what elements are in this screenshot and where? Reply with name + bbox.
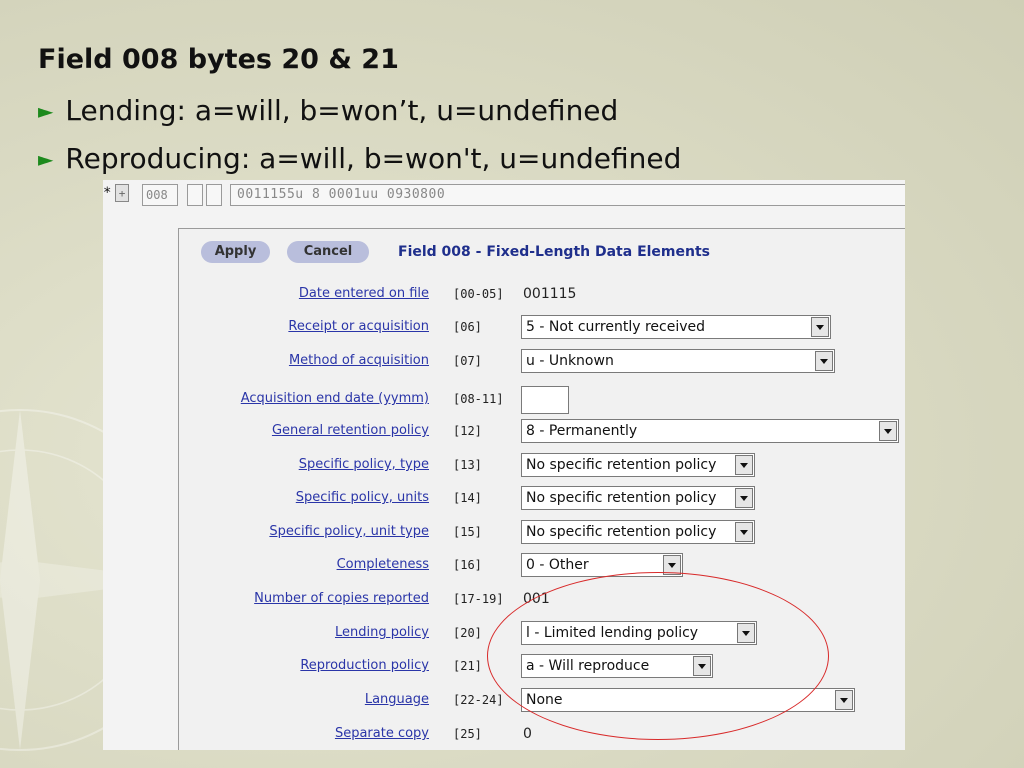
dropdown-arrow-icon[interactable] — [735, 488, 753, 508]
byte-position: [14] — [453, 491, 482, 505]
field-label[interactable]: Language — [365, 692, 429, 707]
marc-editor-screenshot: * + 008 0011155u 8 0001uu 0930800 Apply … — [103, 180, 905, 750]
field-label[interactable]: Lending policy — [335, 625, 429, 640]
row-completeness: Completeness [16] 0 - Other — [179, 552, 905, 582]
language-select[interactable]: None — [521, 688, 855, 712]
editor-title: Field 008 - Fixed-Length Data Elements — [398, 244, 711, 260]
byte-position: [20] — [453, 626, 482, 640]
field-label[interactable]: Acquisition end date (yymm) — [241, 391, 429, 406]
byte-position: [07] — [453, 354, 482, 368]
byte-position: [12] — [453, 424, 482, 438]
completeness-select[interactable]: 0 - Other — [521, 553, 683, 577]
byte-position: [16] — [453, 558, 482, 572]
field-label[interactable]: Method of acquisition — [289, 353, 429, 368]
selected-value: No specific retention policy — [526, 490, 717, 506]
row-separate-copy: Separate copy [25] 0 — [179, 721, 905, 750]
selected-value: u - Unknown — [526, 353, 614, 369]
row-specific-units: Specific policy, units [14] No specific … — [179, 485, 905, 515]
dropdown-arrow-icon[interactable] — [735, 522, 753, 542]
dropdown-arrow-icon[interactable] — [879, 421, 897, 441]
byte-position: [21] — [453, 659, 482, 673]
field-value: 001115 — [523, 286, 577, 302]
selected-value: l - Limited lending policy — [526, 625, 699, 641]
selected-value: 0 - Other — [526, 557, 589, 573]
row-receipt: Receipt or acquisition [06] 5 - Not curr… — [179, 314, 905, 344]
dropdown-arrow-icon[interactable] — [811, 317, 829, 337]
bullet-lending: ► Lending: a=will, b=won’t, u=undefined — [38, 94, 618, 127]
field-value: 0 — [523, 726, 532, 742]
dropdown-arrow-icon[interactable] — [737, 623, 755, 643]
apply-button[interactable]: Apply — [201, 241, 270, 263]
row-specific-unit-type: Specific policy, unit type [15] No speci… — [179, 519, 905, 549]
dropdown-arrow-icon[interactable] — [815, 351, 833, 371]
fixed-field-editor: Apply Cancel Field 008 - Fixed-Length Da… — [178, 228, 905, 750]
specific-type-select[interactable]: No specific retention policy — [521, 453, 755, 477]
row-reproduction-policy: Reproduction policy [21] a - Will reprod… — [179, 653, 905, 683]
selected-value: 5 - Not currently received — [526, 319, 706, 335]
row-date-entered: Date entered on file [00-05] 001115 — [179, 281, 905, 311]
selected-value: a - Will reproduce — [526, 658, 650, 674]
byte-position: [25] — [453, 727, 482, 741]
field-value: 001 — [523, 591, 550, 607]
slide-title: Field 008 bytes 20 & 21 — [38, 44, 399, 75]
specific-unit-type-select[interactable]: No specific retention policy — [521, 520, 755, 544]
field-label[interactable]: General retention policy — [272, 423, 429, 438]
row-general-retention: General retention policy [12] 8 - Perman… — [179, 418, 905, 448]
tag-row: * + 008 0011155u 8 0001uu 0930800 — [103, 182, 905, 208]
specific-units-select[interactable]: No specific retention policy — [521, 486, 755, 510]
field-label[interactable]: Completeness — [337, 557, 429, 572]
method-select[interactable]: u - Unknown — [521, 349, 835, 373]
receipt-select[interactable]: 5 - Not currently received — [521, 315, 831, 339]
field-label[interactable]: Number of copies reported — [254, 591, 429, 606]
field-label[interactable]: Specific policy, unit type — [269, 524, 429, 539]
field-label[interactable]: Receipt or acquisition — [288, 319, 429, 334]
bullet-arrow-icon: ► — [38, 146, 54, 171]
indicator-1-input[interactable] — [187, 184, 203, 206]
byte-position: [06] — [453, 320, 482, 334]
dropdown-arrow-icon[interactable] — [693, 656, 711, 676]
dropdown-arrow-icon[interactable] — [735, 455, 753, 475]
lending-policy-select[interactable]: l - Limited lending policy — [521, 621, 757, 645]
field-value-input[interactable]: 0011155u 8 0001uu 0930800 — [230, 184, 905, 206]
bullet-text: Lending: a=will, b=won’t, u=undefined — [65, 94, 619, 127]
row-language: Language [22-24] None — [179, 687, 905, 717]
modified-marker: * — [103, 185, 112, 201]
bullet-text: Reproducing: a=will, b=won't, u=undefine… — [65, 142, 682, 175]
selected-value: 8 - Permanently — [526, 423, 638, 439]
row-lending-policy: Lending policy [20] l - Limited lending … — [179, 620, 905, 650]
row-copies-reported: Number of copies reported [17-19] 001 — [179, 586, 905, 616]
add-field-button[interactable]: + — [115, 184, 129, 202]
tag-input[interactable]: 008 — [142, 184, 178, 206]
indicator-2-input[interactable] — [206, 184, 222, 206]
byte-position: [08-11] — [453, 392, 504, 406]
selected-value: No specific retention policy — [526, 457, 717, 473]
dropdown-arrow-icon[interactable] — [663, 555, 681, 575]
byte-position: [22-24] — [453, 693, 504, 707]
byte-position: [17-19] — [453, 592, 504, 606]
reproduction-policy-select[interactable]: a - Will reproduce — [521, 654, 713, 678]
bullet-reproducing: ► Reproducing: a=will, b=won't, u=undefi… — [38, 142, 681, 175]
field-label[interactable]: Specific policy, type — [299, 457, 429, 472]
cancel-button[interactable]: Cancel — [287, 241, 369, 263]
row-specific-type: Specific policy, type [13] No specific r… — [179, 452, 905, 482]
byte-position: [15] — [453, 525, 482, 539]
bullet-arrow-icon: ► — [38, 98, 54, 123]
dropdown-arrow-icon[interactable] — [835, 690, 853, 710]
general-retention-select[interactable]: 8 - Permanently — [521, 419, 899, 443]
row-method: Method of acquisition [07] u - Unknown — [179, 348, 905, 378]
selected-value: None — [526, 692, 563, 708]
field-label[interactable]: Date entered on file — [299, 286, 429, 301]
byte-position: [00-05] — [453, 287, 504, 301]
acq-end-date-input[interactable] — [521, 386, 569, 414]
field-label[interactable]: Separate copy — [335, 726, 429, 741]
selected-value: No specific retention policy — [526, 524, 717, 540]
row-acq-end-date: Acquisition end date (yymm) [08-11] — [179, 386, 905, 416]
field-label[interactable]: Reproduction policy — [300, 658, 429, 673]
byte-position: [13] — [453, 458, 482, 472]
editor-toolbar: Apply Cancel Field 008 - Fixed-Length Da… — [201, 241, 901, 265]
field-label[interactable]: Specific policy, units — [296, 490, 429, 505]
